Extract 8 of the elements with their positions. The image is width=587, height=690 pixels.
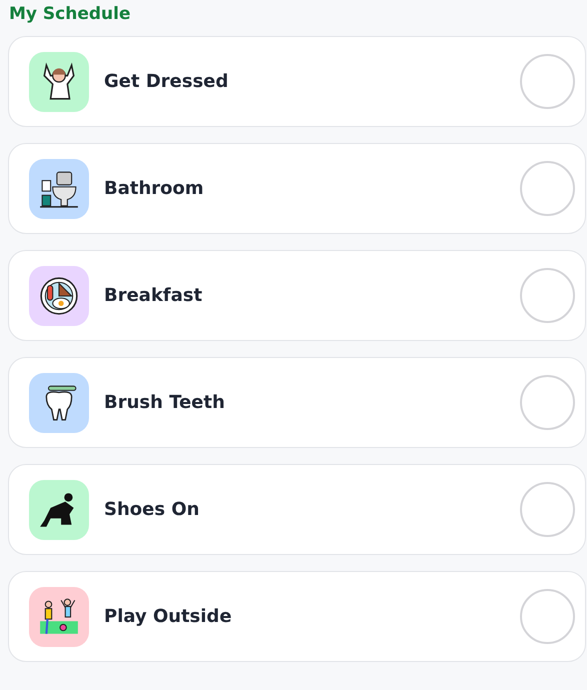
- schedule-title: My Schedule: [9, 4, 132, 24]
- task-label: Play Outside: [104, 606, 233, 627]
- task-label: Breakfast: [104, 285, 204, 306]
- task-label: Bathroom: [104, 178, 205, 199]
- task-label: Shoes On: [104, 499, 200, 520]
- task-label: Get Dressed: [104, 71, 230, 92]
- task-label: Brush Teeth: [104, 392, 226, 413]
- breakfast-plate-icon: [38, 274, 80, 316]
